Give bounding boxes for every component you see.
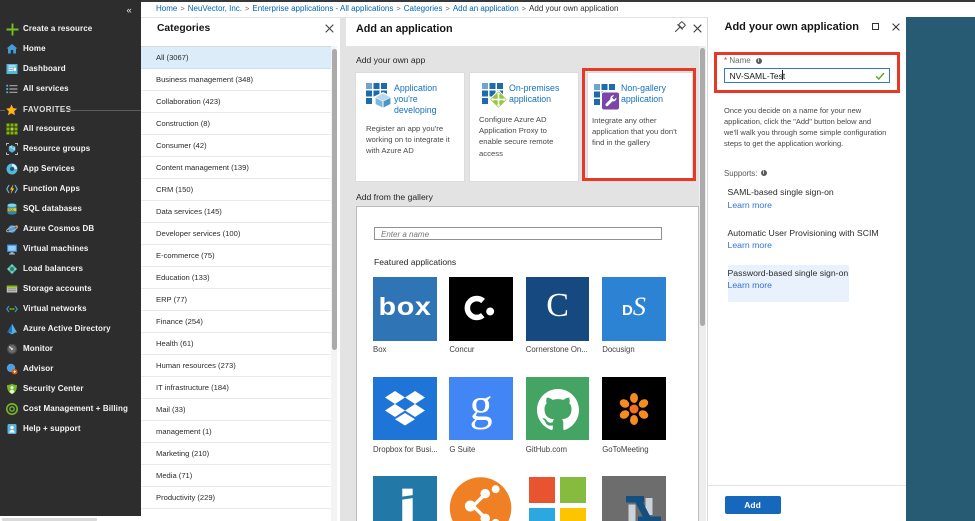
- svg-text:SQL: SQL: [8, 208, 14, 212]
